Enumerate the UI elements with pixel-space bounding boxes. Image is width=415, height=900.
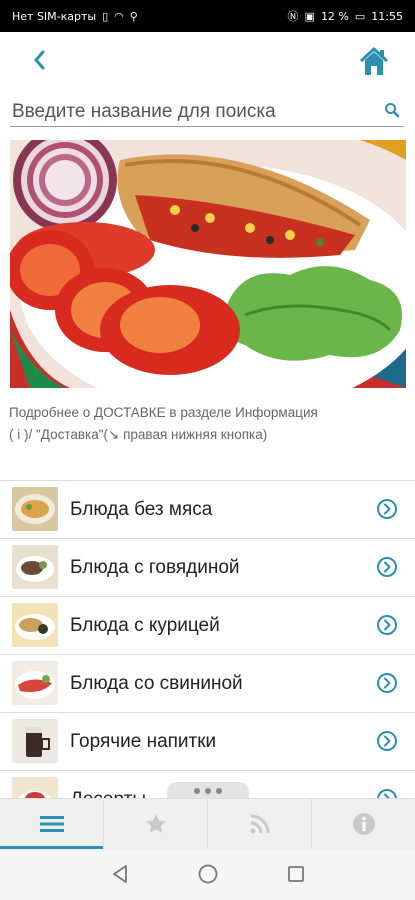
category-item-chicken[interactable]: Блюда с курицей (0, 596, 415, 654)
carrier-label: Нет SIM-карты (12, 9, 97, 23)
menu-icon (39, 816, 64, 832)
category-item-pork[interactable]: Блюда со свининой (0, 654, 415, 712)
category-thumbnail (12, 719, 58, 763)
usb-icon: ⚲ (129, 9, 138, 23)
home-button[interactable] (358, 46, 390, 78)
chevron-right-circle-icon (377, 615, 397, 635)
chevron-right-circle-icon (377, 557, 397, 577)
category-label: Блюда без мяса (70, 499, 213, 520)
category-label: Горячие напитки (70, 731, 217, 752)
nav-back-icon[interactable] (110, 863, 130, 885)
chevron-left-icon (34, 50, 45, 70)
category-label: Блюда с говядиной (70, 557, 240, 578)
dot-icon (205, 788, 211, 794)
battery-percent: 12 % (320, 9, 349, 23)
chevron-right-circle-icon (377, 673, 397, 693)
battery-icon: ▭ (354, 9, 366, 23)
category-item-hot-drinks[interactable]: Горячие напитки (0, 712, 415, 770)
tab-favorites[interactable] (103, 799, 207, 849)
tab-info[interactable] (311, 799, 415, 849)
nav-home-icon[interactable] (197, 863, 219, 885)
active-tab-indicator (0, 846, 103, 849)
search-button[interactable] (384, 102, 400, 123)
system-nav-bar (0, 851, 415, 900)
category-thumbnail (12, 603, 58, 647)
category-thumbnail (12, 661, 58, 705)
delivery-info-line-1: Подробнее о ДОСТАВКЕ в разделе Информаци… (9, 405, 318, 420)
tab-news[interactable] (207, 799, 311, 849)
search-bar (10, 100, 404, 127)
category-item-beef[interactable]: Блюда с говядиной (0, 538, 415, 596)
clock: 11:55 (371, 9, 403, 23)
wifi-icon: ◠ (114, 9, 124, 23)
category-label: Блюда с курицей (70, 615, 220, 636)
star-icon (145, 814, 166, 833)
info-icon (352, 813, 375, 835)
rss-icon (250, 814, 269, 834)
status-bar: Нет SIM-карты ▯ ◠ ⚲ Ⓝ ▣ 12 % ▭ 11:55 (0, 0, 415, 32)
nav-recents-icon[interactable] (286, 863, 306, 885)
category-list: Блюда без мяса Блюда с говядиной Блюда с… (0, 480, 415, 828)
app-header (0, 32, 415, 96)
bottom-tab-bar (0, 798, 415, 852)
back-button[interactable] (32, 46, 46, 78)
category-thumbnail (12, 545, 58, 589)
chevron-right-circle-icon (377, 499, 397, 519)
search-input[interactable] (10, 100, 372, 124)
dot-icon (194, 788, 200, 794)
tab-menu[interactable] (0, 799, 103, 849)
dot-icon (216, 788, 222, 794)
chevron-right-circle-icon (377, 731, 397, 751)
delivery-info-line-2: ( i )/ "Доставка"(↘ правая нижняя кнопка… (9, 427, 268, 442)
vibrate-icon: ▣ (304, 9, 315, 23)
category-thumbnail (12, 487, 58, 531)
delivery-info: Подробнее о ДОСТАВКЕ в разделе Информаци… (9, 402, 405, 446)
sim-icon: ▯ (102, 9, 109, 23)
category-label: Блюда со свининой (70, 673, 243, 694)
food-banner-image[interactable] (10, 140, 406, 388)
category-item-vegetarian[interactable]: Блюда без мяса (0, 480, 415, 538)
nfc-icon: Ⓝ (287, 10, 299, 23)
search-icon (385, 103, 400, 118)
home-icon (359, 47, 389, 75)
